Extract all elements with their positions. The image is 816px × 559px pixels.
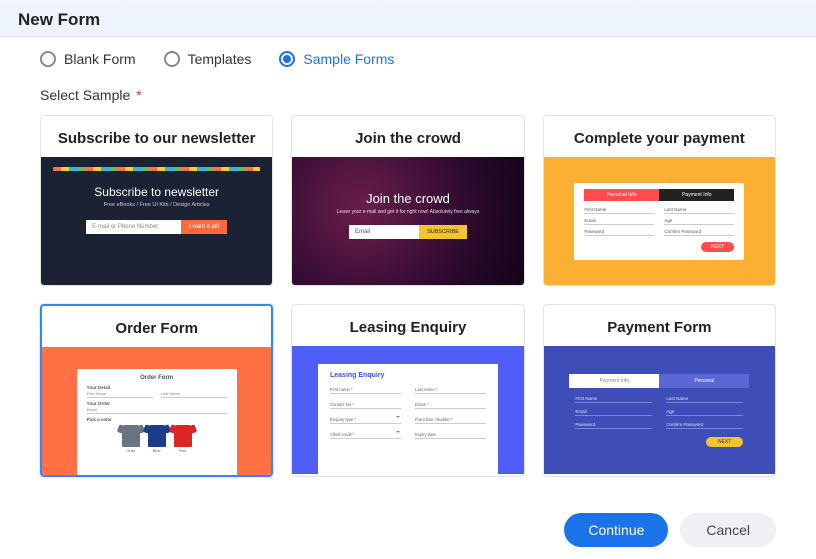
radio-label: Blank Form bbox=[64, 51, 136, 67]
radio-templates[interactable]: Templates bbox=[164, 51, 252, 67]
thumb-field: Allied credit * bbox=[330, 432, 401, 439]
sample-card-crowd[interactable]: Join the crowd Join the crowd Leave your… bbox=[291, 115, 524, 286]
thumb-field: First Name bbox=[87, 390, 153, 398]
dialog-footer: Continue Cancel bbox=[0, 497, 816, 551]
thumb-field: Last Name bbox=[666, 396, 743, 403]
thumb-panel: Payment Info Personal First Name Last Na… bbox=[569, 374, 749, 447]
thumb-field: Franchise / Builder * bbox=[415, 417, 486, 424]
radio-icon bbox=[164, 51, 180, 67]
sample-card-payment-form[interactable]: Payment Form Payment Info Personal First… bbox=[543, 304, 776, 477]
card-thumbnail: Order Form Your Detail First Name Last N… bbox=[42, 347, 271, 475]
cancel-button[interactable]: Cancel bbox=[680, 513, 776, 547]
card-thumbnail: Leasing Enquiry First name * Last name *… bbox=[292, 346, 523, 474]
thumb-field: Confirm Password bbox=[666, 422, 743, 429]
dialog-title: New Form bbox=[18, 10, 798, 30]
thumb-field: Confirm Password bbox=[664, 229, 734, 236]
thumb-field: Expiry date bbox=[415, 432, 486, 439]
thumb-sub: Free eBooks / Free UI Kits / Design Arti… bbox=[41, 202, 272, 208]
required-indicator: * bbox=[136, 87, 141, 103]
thumb-field: Email bbox=[575, 409, 652, 416]
thumb-fields: First Name Last Name Email Age Password … bbox=[584, 207, 734, 236]
thumb-field: First Name bbox=[575, 396, 652, 403]
card-thumbnail: Subscribe to newsletter Free eBooks / Fr… bbox=[41, 157, 272, 285]
card-title: Subscribe to our newsletter bbox=[41, 116, 272, 157]
card-title: Order Form bbox=[42, 306, 271, 347]
thumb-input: E-mail or Phone Number bbox=[86, 220, 181, 234]
sample-card-leasing-enquiry[interactable]: Leasing Enquiry Leasing Enquiry First na… bbox=[291, 304, 524, 477]
radio-blank-form[interactable]: Blank Form bbox=[40, 51, 136, 67]
select-sample-label: Select Sample * bbox=[40, 87, 776, 103]
thumb-section: Pick a color bbox=[87, 417, 227, 422]
radio-label: Sample Forms bbox=[303, 51, 394, 67]
thumb-field: Email bbox=[87, 406, 227, 414]
continue-button[interactable]: Continue bbox=[564, 513, 668, 547]
thumb-sub: Leave your e-mail and get it for right n… bbox=[292, 209, 523, 215]
shirt-icon bbox=[174, 425, 192, 447]
thumb-heading: Join the crowd bbox=[292, 191, 523, 206]
sample-grid: Subscribe to our newsletter Subscribe to… bbox=[40, 115, 776, 477]
thumb-panel: Order Form Your Detail First Name Last N… bbox=[77, 369, 237, 475]
card-title: Leasing Enquiry bbox=[292, 305, 523, 346]
thumb-tabs: Personal Info Payment Info bbox=[584, 189, 734, 201]
thumb-cta: SUBSCRIBE bbox=[419, 225, 467, 239]
card-thumbnail: Join the crowd Leave your e-mail and get… bbox=[292, 157, 523, 285]
thumb-tab-b: Personal bbox=[659, 374, 749, 388]
radio-icon bbox=[279, 51, 295, 67]
thumb-tab-payment: Payment Info bbox=[659, 189, 734, 201]
card-title: Payment Form bbox=[544, 305, 775, 346]
thumb-field: Password bbox=[575, 422, 652, 429]
thumb-panel: Personal Info Payment Info First Name La… bbox=[574, 183, 744, 260]
thumb-cap: Blue bbox=[148, 448, 166, 453]
thumb-field: Contact No * bbox=[330, 402, 401, 409]
thumb-input: Email bbox=[349, 225, 419, 239]
form-type-radio-group: Blank Form Templates Sample Forms bbox=[40, 51, 776, 67]
thumb-panel: Leasing Enquiry First name * Last name *… bbox=[318, 364, 498, 474]
thumb-field: Password bbox=[584, 229, 654, 236]
thumb-field: Email * bbox=[415, 402, 486, 409]
radio-icon bbox=[40, 51, 56, 67]
card-title: Join the crowd bbox=[292, 116, 523, 157]
thumb-next: NEXT bbox=[706, 437, 743, 447]
label-text: Select Sample bbox=[40, 87, 130, 103]
thumb-cta: I want it all! bbox=[181, 220, 227, 234]
thumb-field: Age bbox=[666, 409, 743, 416]
dialog-body: Blank Form Templates Sample Forms Select… bbox=[0, 37, 816, 497]
thumb-heading: Order Form bbox=[87, 375, 227, 381]
thumb-next: NEXT bbox=[701, 242, 734, 252]
decorative-stripe bbox=[53, 167, 260, 171]
thumb-tab-personal: Personal Info bbox=[584, 189, 659, 201]
dialog-header: New Form bbox=[0, 0, 816, 37]
thumb-input-row: Email SUBSCRIBE bbox=[292, 225, 523, 239]
shirt-icon bbox=[148, 425, 166, 447]
thumb-field: Last name * bbox=[415, 387, 486, 394]
radio-label: Templates bbox=[188, 51, 252, 67]
card-title: Complete your payment bbox=[544, 116, 775, 157]
card-thumbnail: Payment Info Personal First Name Last Na… bbox=[544, 346, 775, 474]
sample-card-order-form[interactable]: Order Form Order Form Your Detail First … bbox=[40, 304, 273, 477]
thumb-tabs: Payment Info Personal bbox=[569, 374, 749, 388]
thumb-field: Enquiry type * bbox=[330, 417, 401, 424]
thumb-field: Last Name bbox=[161, 390, 227, 398]
thumb-field: First name * bbox=[330, 387, 401, 394]
sample-card-complete-payment[interactable]: Complete your payment Personal Info Paym… bbox=[543, 115, 776, 286]
thumb-input-row: E-mail or Phone Number I want it all! bbox=[41, 220, 272, 234]
thumb-tab-a: Payment Info bbox=[569, 374, 659, 388]
shirt-icon bbox=[122, 425, 140, 447]
card-thumbnail: Personal Info Payment Info First Name La… bbox=[544, 157, 775, 285]
thumb-fields: First Name Last Name Email Age Password … bbox=[569, 388, 749, 429]
thumb-field: Last Name bbox=[664, 207, 734, 214]
thumb-field: First Name bbox=[584, 207, 654, 214]
thumb-heading: Leasing Enquiry bbox=[330, 372, 486, 379]
thumb-field: Email bbox=[584, 218, 654, 225]
radio-sample-forms[interactable]: Sample Forms bbox=[279, 51, 394, 67]
thumb-heading: Subscribe to newsletter bbox=[41, 185, 272, 199]
sample-card-newsletter[interactable]: Subscribe to our newsletter Subscribe to… bbox=[40, 115, 273, 286]
thumb-cap: Red bbox=[174, 448, 192, 453]
thumb-cap: Gray bbox=[122, 448, 140, 453]
thumb-color-options: Gray Blue Red bbox=[87, 425, 227, 453]
thumb-field: Age bbox=[664, 218, 734, 225]
